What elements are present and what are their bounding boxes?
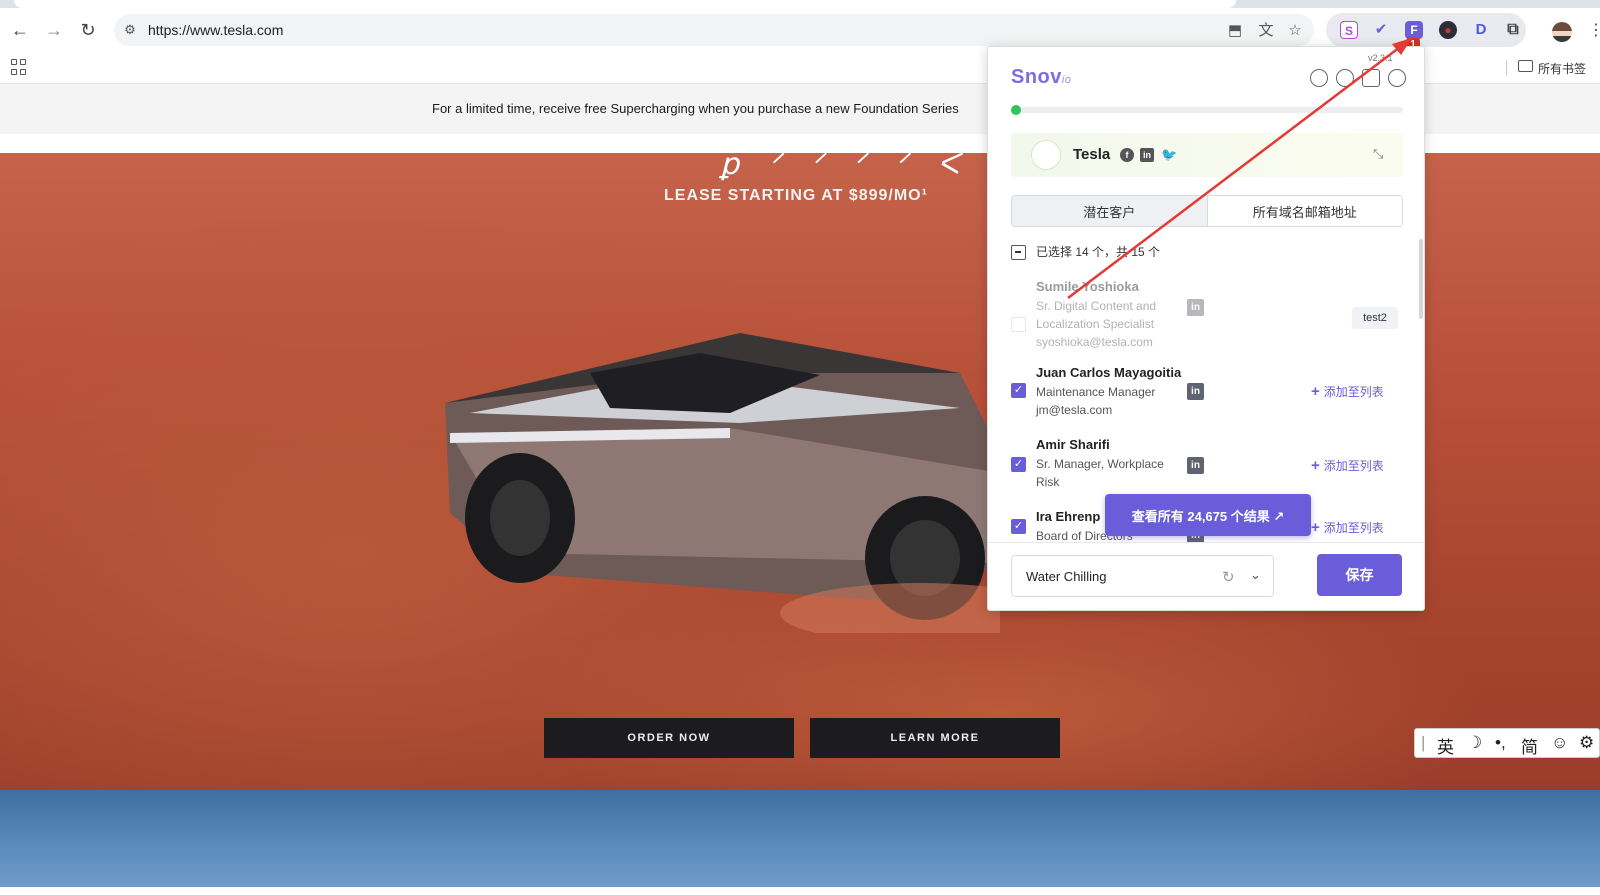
list-select-value: Water Chilling xyxy=(1026,569,1107,584)
cybertruck-image xyxy=(445,333,1000,633)
apps-grid-icon[interactable] xyxy=(11,59,27,75)
help-icon[interactable] xyxy=(1336,69,1354,87)
tab-prospects[interactable]: 潜在客户 xyxy=(1012,196,1208,226)
linkedin-icon[interactable]: in xyxy=(1140,148,1154,162)
extensions-group: S ✔ F ● D ⧉ xyxy=(1326,13,1526,47)
list-tag[interactable]: test2 xyxy=(1352,307,1398,329)
twitter-icon[interactable]: 🐦 xyxy=(1161,148,1177,162)
extension-s-icon[interactable]: S xyxy=(1340,21,1358,39)
logo-main: Snov xyxy=(1011,66,1062,88)
linkedin-icon[interactable]: in xyxy=(1187,299,1204,316)
extension-circle-icon[interactable]: ● xyxy=(1439,21,1457,39)
learn-more-button[interactable]: LEARN MORE xyxy=(810,718,1060,758)
active-tab[interactable] xyxy=(14,0,1236,8)
prospect-email: syoshioka@tesla.com xyxy=(1036,335,1153,349)
tab-domain-emails[interactable]: 所有域名邮箱地址 xyxy=(1208,196,1403,226)
company-logo xyxy=(1031,140,1061,170)
prospect-title: Sr. Manager, Workplace Risk xyxy=(1036,457,1164,489)
extension-check-icon[interactable]: ✔ xyxy=(1372,21,1390,39)
back-icon[interactable]: ← xyxy=(8,18,32,42)
ime-emoji-icon[interactable]: ☺ xyxy=(1551,733,1568,753)
prospect-name: Juan Carlos Mayagoitia xyxy=(1036,365,1182,380)
tab-strip xyxy=(0,0,1600,8)
version-label: v2.3.1 xyxy=(1368,53,1393,63)
view-all-results-button[interactable]: 查看所有 24,675 个结果 ↗ xyxy=(1105,494,1311,536)
refresh-icon[interactable]: ↻ xyxy=(1222,568,1235,586)
bookmark-star-icon[interactable]: ☆ xyxy=(1286,22,1304,40)
prospect-name: Sumile Yoshioka xyxy=(1036,279,1139,294)
prospect-tabs: 潜在客户 所有域名邮箱地址 xyxy=(1011,195,1403,227)
extensions-puzzle-icon[interactable]: ⧉ xyxy=(1504,21,1522,39)
popup-footer: Water Chilling ↻ ⌄ 保存 xyxy=(988,542,1424,610)
address-bar[interactable]: ⚙ https://www.tesla.com ⬒ 文 ☆ xyxy=(114,14,1314,46)
forward-icon[interactable]: → xyxy=(42,18,66,42)
company-name: Tesla xyxy=(1073,146,1111,163)
add-to-list-label: 添加至列表 xyxy=(1323,521,1384,535)
lease-text: LEASE STARTING AT $899/MO¹ xyxy=(664,187,928,204)
hero-script-title: ꝑ ᐟ ᐟ ᐟ ᐟ ᐸ xyxy=(720,153,970,182)
all-bookmarks-link[interactable]: 所有书签 xyxy=(1538,60,1586,77)
install-app-icon[interactable]: ⬒ xyxy=(1226,22,1244,40)
prospect-name: Amir Sharifi xyxy=(1036,437,1110,452)
save-button[interactable]: 保存 xyxy=(1317,554,1402,596)
facebook-icon[interactable]: f xyxy=(1120,148,1134,162)
collapse-icon[interactable]: ⤡ xyxy=(1373,146,1383,162)
select-all-checkbox[interactable] xyxy=(1011,245,1026,260)
linkedin-icon[interactable]: in xyxy=(1187,383,1204,400)
ime-settings-icon[interactable]: ⚙ xyxy=(1579,733,1594,753)
ime-toolbar: | 英 ☽ •, 简 ☺ ⚙ xyxy=(1414,728,1600,758)
history-icon[interactable] xyxy=(1310,69,1328,87)
divider xyxy=(1506,60,1507,76)
progress-dot xyxy=(1011,105,1021,115)
prospect-checkbox[interactable]: ✓ xyxy=(1011,383,1026,398)
prospect-title: Maintenance Manager xyxy=(1036,385,1156,399)
prospect-email: jm@tesla.com xyxy=(1036,403,1113,417)
logo-suffix: io xyxy=(1061,74,1072,86)
reload-icon[interactable]: ↻ xyxy=(76,18,100,42)
mail-icon[interactable] xyxy=(1362,69,1380,87)
prospect-title: Sr. Digital Content and Localization Spe… xyxy=(1036,299,1157,331)
order-now-button[interactable]: ORDER NOW xyxy=(544,718,794,758)
company-card: Tesla f in 🐦 ⤡ xyxy=(1011,133,1403,177)
menu-kebab-icon[interactable]: ⋮ xyxy=(1588,20,1600,40)
translate-icon[interactable]: 文 xyxy=(1257,22,1275,40)
url-text[interactable]: https://www.tesla.com xyxy=(148,22,283,38)
add-to-list-label: 添加至列表 xyxy=(1323,385,1384,399)
prospect-name: Ira Ehrenp xyxy=(1036,509,1101,524)
prospect-checkbox[interactable]: ✓ xyxy=(1011,457,1026,472)
folder-icon xyxy=(1518,60,1533,72)
add-to-list-button[interactable]: + 添加至列表 xyxy=(1311,519,1384,536)
site-info-icon[interactable]: ⚙ xyxy=(122,22,138,38)
add-to-list-button[interactable]: + 添加至列表 xyxy=(1311,457,1384,474)
user-icon[interactable] xyxy=(1388,69,1406,87)
ime-language-toggle[interactable]: 英 xyxy=(1437,733,1454,758)
prospect-checkbox[interactable]: ✓ xyxy=(1011,519,1026,534)
ime-moon-icon[interactable]: ☽ xyxy=(1467,733,1482,753)
list-select[interactable]: Water Chilling ↻ ⌄ xyxy=(1011,555,1274,597)
add-to-list-label: 添加至列表 xyxy=(1323,459,1384,473)
selection-count: 已选择 14 个，共 15 个 xyxy=(1036,245,1161,259)
promo-text[interactable]: For a limited time, receive free Superch… xyxy=(432,101,959,116)
linkedin-icon[interactable]: in xyxy=(1187,457,1204,474)
chevron-down-icon[interactable]: ⌄ xyxy=(1250,567,1261,583)
profile-avatar[interactable] xyxy=(1552,22,1572,42)
extension-d-icon[interactable]: D xyxy=(1472,21,1490,39)
page-bottom xyxy=(0,887,1600,895)
progress-bar xyxy=(1011,105,1403,115)
snovio-logo: Snovio xyxy=(1011,66,1071,89)
ime-punctuation-icon[interactable]: •, xyxy=(1495,733,1506,753)
snovio-popup: v2.3.1 Snovio Tesla f in 🐦 ⤡ 潜在客户 所有域名邮箱… xyxy=(987,46,1425,611)
add-to-list-button[interactable]: + 添加至列表 xyxy=(1311,383,1384,400)
ime-simplified-toggle[interactable]: 简 xyxy=(1521,733,1538,758)
prospect-checkbox[interactable] xyxy=(1011,317,1026,332)
next-section-background xyxy=(0,790,1600,887)
list-scrollbar[interactable] xyxy=(1419,239,1423,319)
snovio-extension-icon[interactable]: F xyxy=(1405,21,1423,39)
ime-handle[interactable]: | xyxy=(1421,733,1425,753)
